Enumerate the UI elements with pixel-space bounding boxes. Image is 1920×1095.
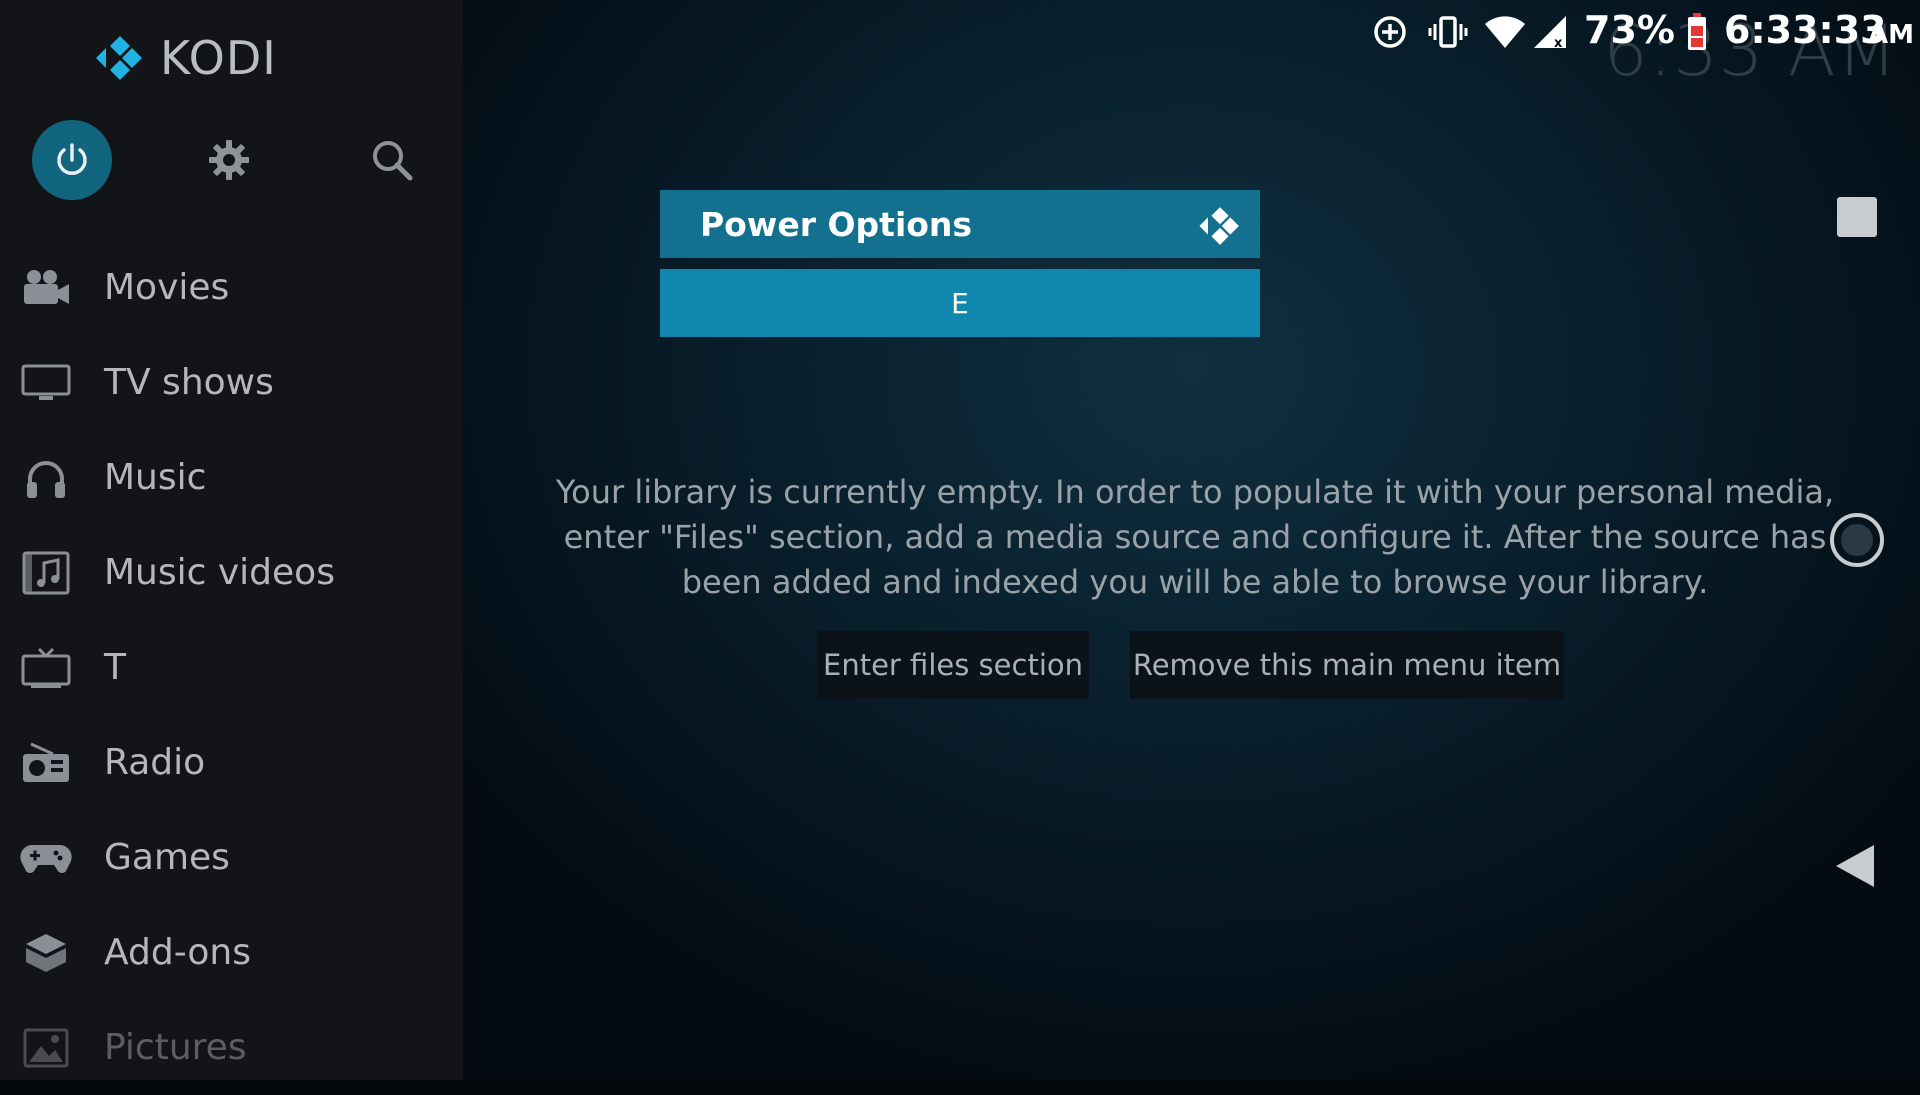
svg-text:x: x	[1554, 36, 1563, 50]
sidebar-item-label: Music	[104, 457, 207, 498]
sidebar-item-radio[interactable]: Radio	[0, 715, 463, 810]
recent-apps-button[interactable]	[1837, 197, 1877, 237]
settings-button[interactable]	[207, 138, 251, 182]
monitor-icon	[20, 361, 72, 405]
addons-box-icon	[20, 931, 72, 975]
sidebar-item-music-videos[interactable]: Music videos	[0, 525, 463, 620]
kodi-logo-icon	[96, 36, 142, 80]
battery-low-icon	[1688, 13, 1706, 50]
sidebar-item-tv-shows[interactable]: TV shows	[0, 335, 463, 430]
kodi-logo[interactable]: KODI	[92, 30, 277, 86]
dialog-option-item[interactable]: E	[660, 269, 1260, 337]
sidebar-item-label: TV shows	[104, 362, 274, 403]
empty-library-message: Your library is currently empty. In orde…	[555, 473, 1835, 601]
sidebar: KODI Movies TV shows Music Music videos …	[0, 0, 463, 1080]
vibrate-icon	[1428, 16, 1468, 48]
power-options-dialog: Power Options E	[660, 190, 1260, 337]
search-icon	[373, 141, 413, 181]
sidebar-item-label: Radio	[104, 742, 206, 783]
enter-files-section-button[interactable]: Enter files section	[817, 631, 1089, 699]
sidebar-item-pictures[interactable]: Pictures	[0, 1000, 463, 1095]
sidebar-item-add-ons[interactable]: Add-ons	[0, 905, 463, 1000]
search-button[interactable]	[370, 138, 414, 182]
back-button[interactable]	[1834, 843, 1876, 889]
kodi-logo-text: KODI	[160, 31, 277, 85]
home-button[interactable]	[1830, 513, 1884, 567]
sidebar-item-tv[interactable]: T	[0, 620, 463, 715]
rotation-lock-icon	[1374, 16, 1406, 48]
wifi-icon	[1485, 16, 1525, 48]
status-ampm: AM	[1868, 20, 1914, 50]
dialog-title: Power Options	[700, 204, 973, 244]
sidebar-item-label: Pictures	[104, 1027, 247, 1068]
dialog-header: Power Options	[660, 190, 1260, 258]
picture-icon	[20, 1026, 72, 1070]
top-icon-row	[32, 120, 432, 200]
radio-icon	[20, 741, 72, 785]
headphones-icon	[20, 456, 72, 500]
sidebar-item-label: Games	[104, 837, 230, 878]
gamepad-icon	[20, 836, 72, 880]
sidebar-item-label: Add-ons	[104, 932, 251, 973]
power-icon	[57, 143, 87, 175]
status-time: 6:33:33	[1724, 8, 1887, 52]
power-button[interactable]	[32, 120, 112, 200]
sidebar-item-games[interactable]: Games	[0, 810, 463, 905]
main-menu: Movies TV shows Music Music videos T Rad…	[0, 240, 463, 1095]
remove-menu-item-button[interactable]: Remove this main menu item	[1130, 631, 1564, 699]
status-bar: x 73% 6:33:33 AM	[1020, 0, 1920, 66]
kodi-logo-icon	[1199, 207, 1239, 245]
tv-icon	[20, 646, 72, 690]
signal-icon: x	[1534, 16, 1566, 50]
sidebar-item-music[interactable]: Music	[0, 430, 463, 525]
sidebar-item-label: Movies	[104, 267, 230, 308]
battery-percent: 73%	[1584, 8, 1675, 52]
sidebar-item-movies[interactable]: Movies	[0, 240, 463, 335]
movie-camera-icon	[20, 266, 72, 310]
sidebar-item-label: T	[104, 647, 126, 688]
music-video-icon	[20, 551, 72, 595]
sidebar-item-label: Music videos	[104, 552, 335, 593]
gear-icon	[209, 140, 249, 180]
